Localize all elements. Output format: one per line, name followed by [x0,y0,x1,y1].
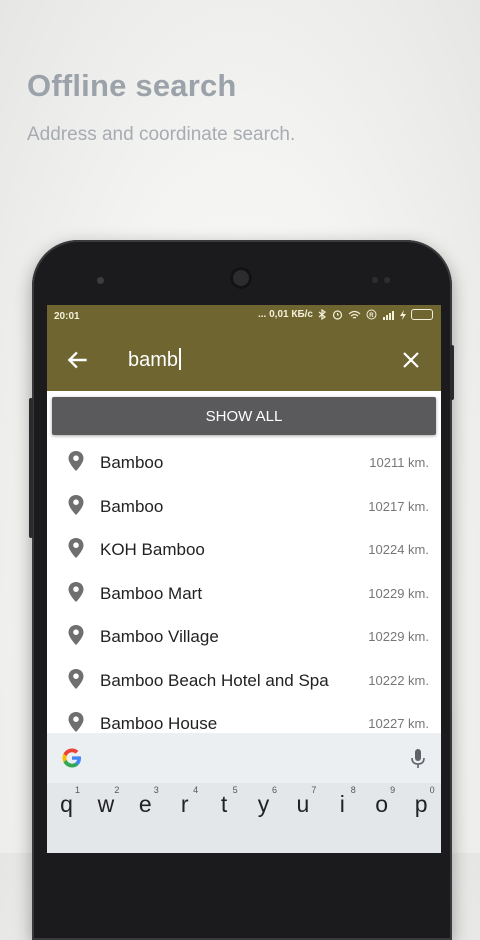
result-row[interactable]: Bamboo Village 10229 km. [47,616,441,660]
key-hint: 8 [350,785,356,795]
key-hint: 5 [232,785,238,795]
svg-text:R: R [369,313,374,319]
result-name: Bamboo Beach Hotel and Spa [100,670,329,690]
r-icon: R [366,309,377,320]
key-t[interactable]: t5 [205,785,244,818]
result-distance: 10224 km. [368,542,429,557]
arrow-left-icon[interactable] [65,347,91,373]
status-icons: ... 0,01 КБ/с R [258,309,433,320]
key-hint: 1 [74,785,80,795]
key-p[interactable]: p0 [402,785,441,818]
phone-side-button [450,345,454,400]
result-name: Bamboo [100,453,164,472]
result-row[interactable]: KOH Bamboo 10224 km. [47,529,441,573]
app-screen: 20:01 ... 0,01 КБ/с R bamb SHOW ALL Bamb… [47,305,441,853]
status-bar: 20:01 ... 0,01 КБ/с R [47,305,441,329]
key-q[interactable]: q1 [47,785,86,818]
result-name: Bamboo Mart [100,583,203,603]
text-cursor [179,348,181,370]
search-input[interactable]: bamb [128,348,181,372]
result-distance: 10229 km. [368,585,429,601]
key-letter: i [339,791,345,817]
map-pin-icon [68,538,84,558]
keyboard-toolbar [47,733,441,783]
signal-icon [383,310,394,320]
show-all-button[interactable]: SHOW ALL [52,397,436,435]
result-name: Bamboo Village [100,627,219,646]
result-name: KOH Bamboo [100,540,205,559]
results-list: Bamboo 10211 km. Bamboo 10217 km. KOH Bamboo… [47,442,441,747]
key-letter: e [138,791,152,817]
key-u[interactable]: u7 [283,785,322,818]
key-hint: 9 [390,785,396,795]
result-row[interactable]: Bamboo 10217 km. [47,486,441,530]
map-pin-icon [68,451,84,471]
key-y[interactable]: y6 [244,785,283,818]
result-row[interactable]: Bamboo 10211 km. [47,442,441,486]
key-hint: 2 [114,785,120,795]
map-pin-icon [68,712,84,732]
result-distance: 10227 km. [368,716,429,731]
result-distance: 10229 km. [368,629,429,644]
map-pin-icon [68,625,84,645]
key-o[interactable]: o9 [362,785,401,818]
map-pin-icon [68,494,84,515]
map-pin-icon [68,668,84,689]
earpiece-speaker [230,267,252,289]
key-letter: t [220,791,228,817]
result-distance: 10222 km. [368,672,429,688]
sensor-icon [372,277,378,283]
promo-title: Offline search [27,68,237,103]
key-letter: w [97,791,115,817]
result-row[interactable]: Bamboo Mart 10229 km. [47,573,441,617]
camera-icon [97,277,104,284]
key-hint: 7 [311,785,317,795]
key-letter: p [414,791,428,817]
keyboard-row-top: q1w2e3r4t5y6u7i8o9p0 [47,785,441,831]
on-screen-keyboard: q1w2e3r4t5y6u7i8o9p0 [47,733,441,853]
key-w[interactable]: w2 [86,785,125,818]
key-letter: o [375,791,389,817]
key-letter: y [257,791,270,817]
result-distance: 10211 km. [369,455,429,470]
sensor-icon [384,277,390,283]
key-hint: 3 [153,785,159,795]
status-time: 20:01 [54,311,80,322]
key-e[interactable]: e3 [126,785,165,818]
network-speed: ... 0,01 КБ/с [258,309,313,320]
microphone-icon[interactable] [409,747,427,771]
key-letter: q [60,791,73,817]
alarm-icon [332,310,343,320]
key-hint: 4 [193,785,199,795]
bluetooth-icon [318,309,327,320]
battery-icon [411,309,433,320]
key-letter: u [296,791,310,817]
key-hint: 0 [429,785,435,795]
result-row[interactable]: Bamboo Beach Hotel and Spa 10222 km. [47,660,441,704]
key-letter: r [180,791,189,817]
result-name: Bamboo House [100,714,218,733]
search-query: bamb [128,349,179,371]
charging-icon [400,309,406,320]
promo-subtitle: Address and coordinate search. [27,124,296,145]
google-g-icon[interactable] [59,745,85,771]
key-r[interactable]: r4 [165,785,204,818]
phone-side-button [29,398,33,538]
search-app-bar: bamb [47,329,441,391]
wifi-icon [348,310,361,319]
key-hint: 6 [271,785,277,795]
key-i[interactable]: i8 [323,785,362,818]
close-icon[interactable] [399,348,423,372]
result-distance: 10217 km. [368,498,429,514]
map-pin-icon [68,581,84,602]
result-name: Bamboo [100,496,164,516]
